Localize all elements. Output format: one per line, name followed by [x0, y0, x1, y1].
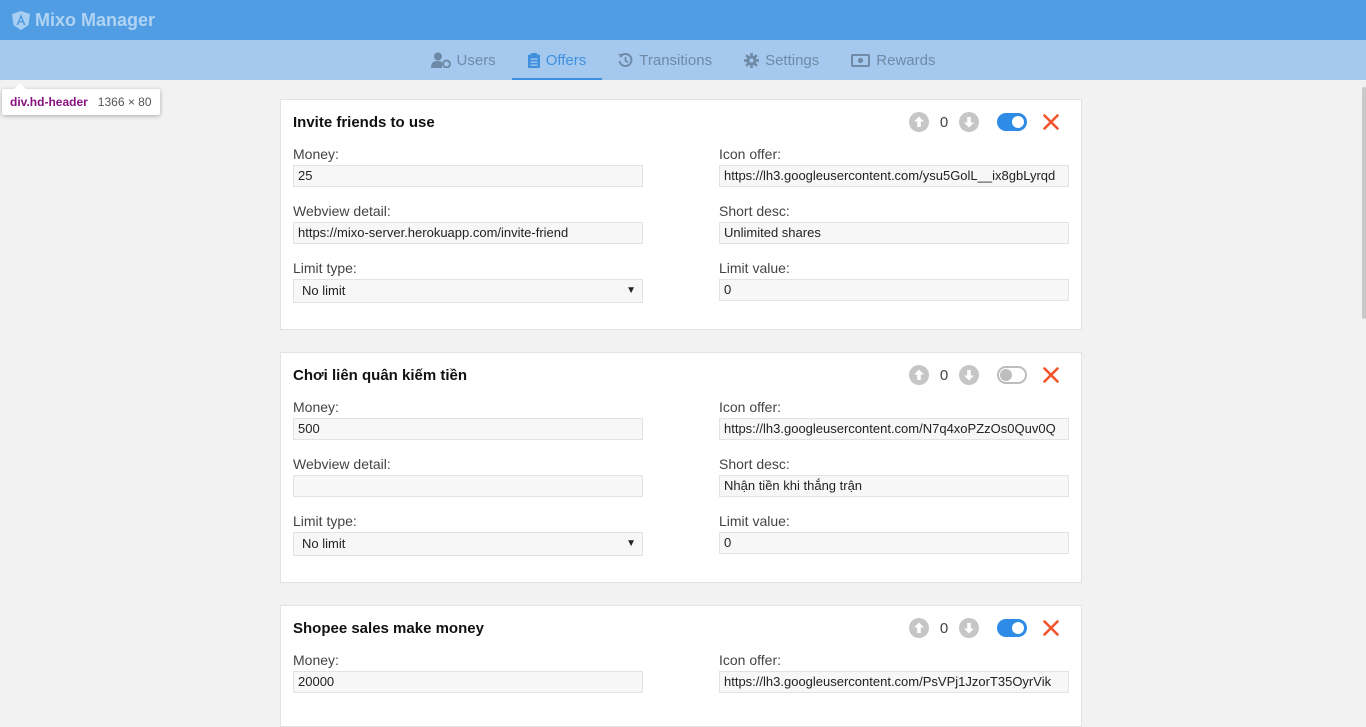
limit-type-select[interactable]: No limit ▼	[293, 279, 643, 303]
offer-card: Chơi liên quân kiếm tiền 0 Money: 500 Ic…	[280, 352, 1082, 583]
icon-offer-label: Icon offer:	[719, 146, 782, 162]
offer-title: Shopee sales make money	[293, 620, 484, 637]
tooltip-dimensions: 1366 × 80	[97, 95, 152, 109]
tab-settings-label: Settings	[765, 51, 820, 69]
limit-type-value: No limit	[302, 536, 346, 551]
webview-input[interactable]	[293, 475, 643, 497]
icon-offer-label: Icon offer:	[719, 399, 782, 415]
tooltip-selector: div.hd-header	[10, 95, 88, 109]
tab-rewards-label: Rewards	[876, 51, 936, 69]
icon-offer-label: Icon offer:	[719, 652, 782, 668]
arrow-up-circle-icon	[909, 112, 929, 132]
history-icon	[618, 52, 633, 67]
gear-icon	[744, 52, 760, 68]
limit-type-label: Limit type:	[293, 260, 357, 276]
money-label: Money:	[293, 146, 339, 162]
offer-controls: 0	[909, 365, 1059, 385]
arrow-down-circle-icon	[959, 365, 979, 385]
tab-settings[interactable]: Settings	[728, 40, 835, 80]
tab-transitions[interactable]: Transitions	[602, 40, 728, 80]
short-desc-label: Short desc:	[719, 203, 790, 219]
close-icon	[1043, 367, 1059, 383]
main-nav: Users Offers Transitions Settings Reward…	[0, 40, 1366, 80]
offer-card: Invite friends to use 0 Money: 25 Icon o…	[280, 99, 1082, 330]
arrow-down-circle-icon	[959, 112, 979, 132]
limit-value-label: Limit value:	[719, 513, 790, 529]
limit-type-value: No limit	[302, 283, 346, 298]
move-up-button[interactable]	[909, 618, 929, 638]
short-desc-label: Short desc:	[719, 456, 790, 472]
enable-toggle[interactable]	[997, 113, 1027, 131]
app-title: Mixo Manager	[35, 9, 156, 30]
move-down-button[interactable]	[959, 112, 979, 132]
arrow-up-circle-icon	[909, 618, 929, 638]
tab-rewards[interactable]: Rewards	[835, 40, 951, 80]
money-input[interactable]: 25	[293, 165, 643, 187]
delete-offer-button[interactable]	[1043, 367, 1059, 383]
angular-logo-icon	[12, 10, 30, 30]
limit-value-input[interactable]: 0	[719, 532, 1069, 554]
delete-offer-button[interactable]	[1043, 620, 1059, 636]
money-bill-icon	[851, 53, 871, 67]
delete-offer-button[interactable]	[1043, 114, 1059, 130]
money-input[interactable]: 20000	[293, 671, 643, 693]
app-header: Mixo Manager	[0, 0, 1366, 40]
money-label: Money:	[293, 652, 339, 668]
arrow-up-circle-icon	[909, 365, 929, 385]
offer-card: Shopee sales make money 0 Money: 20000 I…	[280, 605, 1082, 727]
tab-transitions-label: Transitions	[639, 51, 713, 69]
offer-controls: 0	[909, 618, 1059, 638]
toggle-knob	[1012, 622, 1024, 634]
close-icon	[1043, 114, 1059, 130]
webview-input[interactable]: https://mixo-server.herokuapp.com/invite…	[293, 222, 643, 244]
caret-down-icon: ▼	[626, 538, 636, 549]
toggle-knob	[1012, 116, 1024, 128]
caret-down-icon: ▼	[626, 285, 636, 296]
move-up-button[interactable]	[909, 112, 929, 132]
enable-toggle[interactable]	[997, 366, 1027, 384]
order-number: 0	[939, 113, 949, 131]
money-input[interactable]: 500	[293, 418, 643, 440]
limit-value-label: Limit value:	[719, 260, 790, 276]
limit-type-label: Limit type:	[293, 513, 357, 529]
brand[interactable]: Mixo Manager	[12, 10, 155, 31]
offer-controls: 0	[909, 112, 1059, 132]
short-desc-input[interactable]: Nhận tiền khi thắng trận	[719, 475, 1069, 497]
enable-toggle[interactable]	[997, 619, 1027, 637]
icon-offer-input[interactable]: https://lh3.googleusercontent.com/N7q4xo…	[719, 418, 1069, 440]
user-cog-icon	[430, 52, 451, 68]
arrow-down-circle-icon	[959, 618, 979, 638]
devtools-element-tooltip: div.hd-header 1366 × 80	[2, 83, 160, 115]
close-icon	[1043, 620, 1059, 636]
offer-title: Invite friends to use	[293, 114, 435, 131]
webview-label: Webview detail:	[293, 203, 391, 219]
short-desc-input[interactable]: Unlimited shares	[719, 222, 1069, 244]
tab-offers-label: Offers	[545, 51, 587, 69]
move-up-button[interactable]	[909, 365, 929, 385]
tab-users-label: Users	[456, 51, 496, 69]
tab-offers[interactable]: Offers	[511, 40, 603, 80]
money-label: Money:	[293, 399, 339, 415]
icon-offer-input[interactable]: https://lh3.googleusercontent.com/PsVPj1…	[719, 671, 1069, 693]
limit-type-select[interactable]: No limit ▼	[293, 532, 643, 556]
limit-value-input[interactable]: 0	[719, 279, 1069, 301]
icon-offer-input[interactable]: https://lh3.googleusercontent.com/ysu5Go…	[719, 165, 1069, 187]
clipboard-icon	[527, 52, 540, 68]
webview-label: Webview detail:	[293, 456, 391, 472]
offer-title: Chơi liên quân kiếm tiền	[293, 367, 468, 384]
page-scrollbar[interactable]	[1362, 87, 1366, 319]
tab-users[interactable]: Users	[415, 40, 512, 80]
order-number: 0	[939, 619, 949, 637]
toggle-knob	[1000, 369, 1012, 381]
move-down-button[interactable]	[959, 618, 979, 638]
move-down-button[interactable]	[959, 365, 979, 385]
order-number: 0	[939, 366, 949, 384]
